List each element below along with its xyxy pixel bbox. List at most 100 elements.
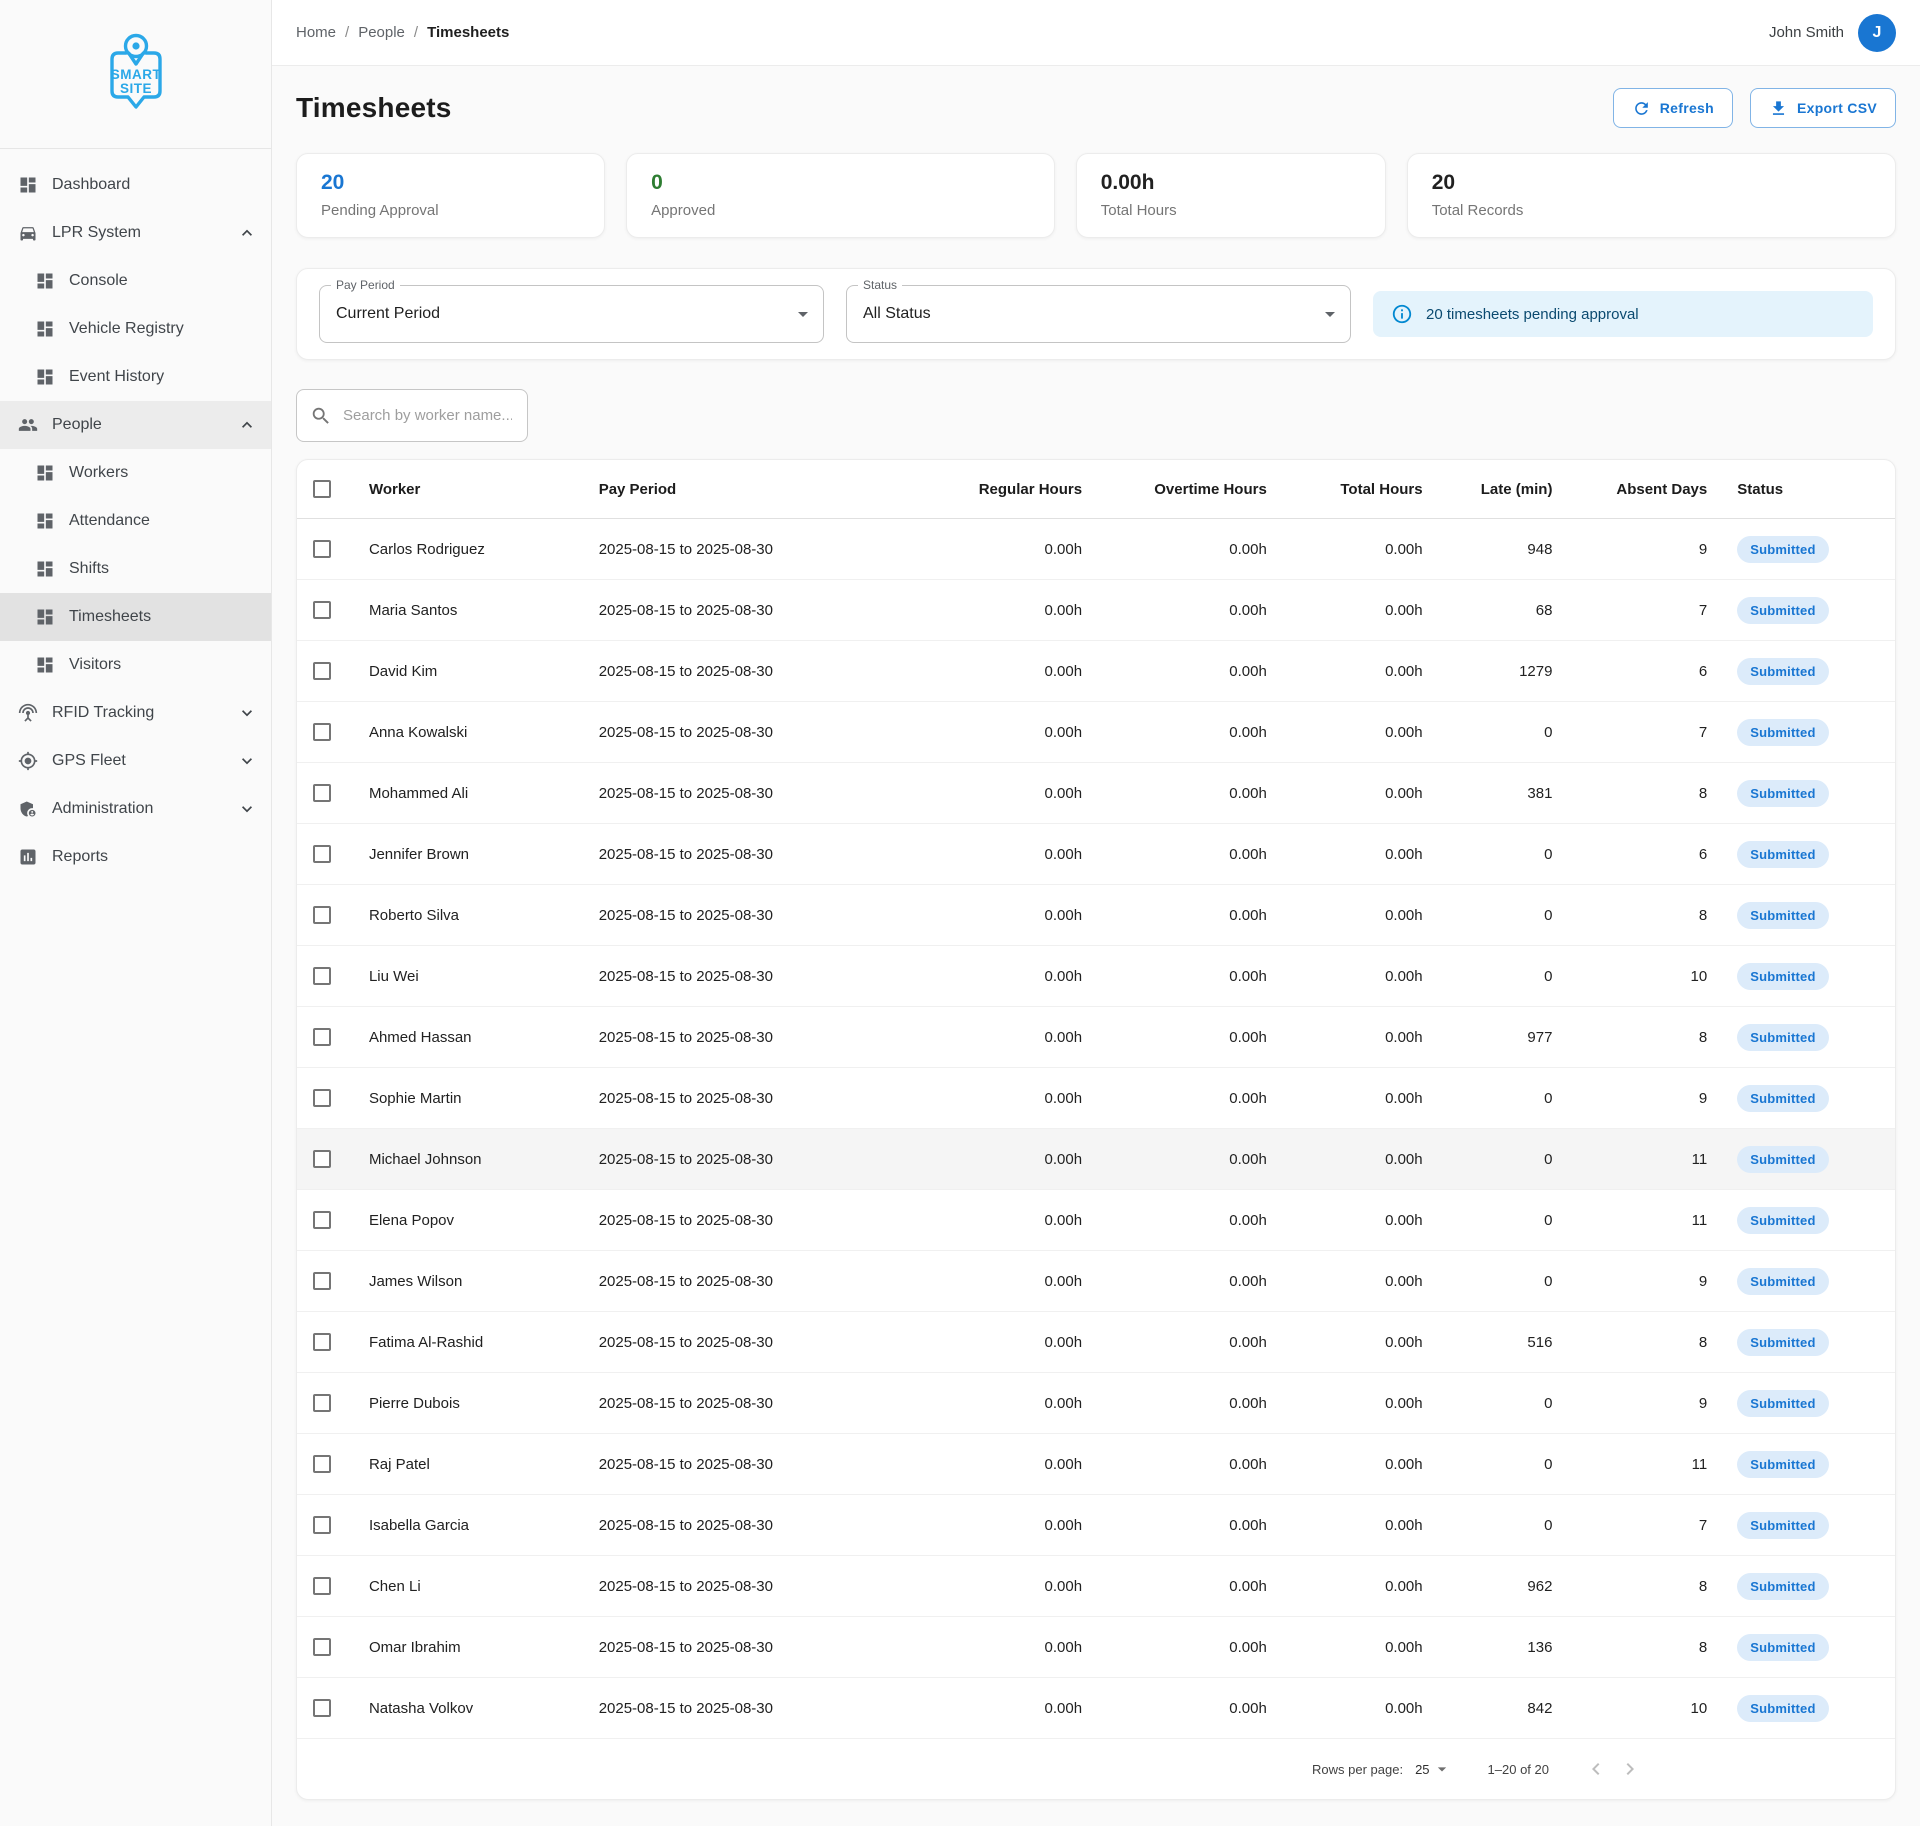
cell-absent: 7: [1552, 602, 1707, 619]
cell-period: 2025-08-15 to 2025-08-30: [583, 1700, 833, 1717]
row-checkbox[interactable]: [313, 662, 331, 680]
sidebar-item-timesheets[interactable]: Timesheets: [0, 593, 271, 641]
row-checkbox[interactable]: [313, 1211, 331, 1229]
cell-total: 0.00h: [1267, 602, 1423, 619]
sidebar-item-event-history[interactable]: Event History: [0, 353, 271, 401]
avatar[interactable]: J: [1858, 14, 1896, 52]
cell-period: 2025-08-15 to 2025-08-30: [583, 785, 833, 802]
row-checkbox[interactable]: [313, 845, 331, 863]
row-checkbox[interactable]: [313, 1150, 331, 1168]
row-checkbox[interactable]: [313, 723, 331, 741]
table-row[interactable]: Raj Patel2025-08-15 to 2025-08-300.00h0.…: [297, 1434, 1895, 1495]
sidebar-item-rfid-tracking[interactable]: RFID Tracking: [0, 689, 271, 737]
table-row[interactable]: Michael Johnson2025-08-15 to 2025-08-300…: [297, 1129, 1895, 1190]
row-checkbox[interactable]: [313, 1333, 331, 1351]
pay-period-select[interactable]: Pay Period Current Period: [319, 285, 824, 343]
sidebar-item-lpr-system[interactable]: LPR System: [0, 209, 271, 257]
row-checkbox[interactable]: [313, 1516, 331, 1534]
sidebar-item-console[interactable]: Console: [0, 257, 271, 305]
export-csv-button[interactable]: Export CSV: [1750, 88, 1896, 128]
status-select[interactable]: Status All Status: [846, 285, 1351, 343]
sidebar-item-label: Shifts: [69, 560, 257, 578]
cell-worker: Roberto Silva: [353, 907, 583, 924]
sidebar-item-people[interactable]: People: [0, 401, 271, 449]
table-row[interactable]: Ahmed Hassan2025-08-15 to 2025-08-300.00…: [297, 1007, 1895, 1068]
chevron-down-icon: [237, 799, 257, 819]
table-row[interactable]: Natasha Volkov2025-08-15 to 2025-08-300.…: [297, 1678, 1895, 1739]
search-input[interactable]: [341, 406, 514, 425]
cell-total: 0.00h: [1267, 724, 1423, 741]
cell-total: 0.00h: [1267, 1395, 1423, 1412]
cell-total: 0.00h: [1267, 1700, 1423, 1717]
select-all-checkbox[interactable]: [313, 480, 331, 498]
sidebar: SMART SITE Dashboard LPR System Console …: [0, 0, 272, 1826]
next-page-button[interactable]: [1613, 1757, 1647, 1781]
row-checkbox[interactable]: [313, 784, 331, 802]
row-checkbox[interactable]: [313, 1028, 331, 1046]
cell-period: 2025-08-15 to 2025-08-30: [583, 1639, 833, 1656]
sidebar-nav: Dashboard LPR System Console Vehicle Reg…: [0, 149, 271, 881]
cell-absent: 11: [1552, 1212, 1707, 1229]
table-row[interactable]: Anna Kowalski2025-08-15 to 2025-08-300.0…: [297, 702, 1895, 763]
stat-label: Pending Approval: [321, 202, 580, 219]
info-icon: [1391, 303, 1413, 325]
table-row[interactable]: Pierre Dubois2025-08-15 to 2025-08-300.0…: [297, 1373, 1895, 1434]
row-checkbox[interactable]: [313, 1089, 331, 1107]
cell-worker: Pierre Dubois: [353, 1395, 583, 1412]
svg-text:SITE: SITE: [119, 81, 151, 96]
avatar-initial: J: [1873, 24, 1882, 42]
table-row[interactable]: Sophie Martin2025-08-15 to 2025-08-300.0…: [297, 1068, 1895, 1129]
sidebar-item-administration[interactable]: Administration: [0, 785, 271, 833]
table-row[interactable]: Isabella Garcia2025-08-15 to 2025-08-300…: [297, 1495, 1895, 1556]
refresh-button[interactable]: Refresh: [1613, 88, 1733, 128]
row-checkbox[interactable]: [313, 1455, 331, 1473]
table-row[interactable]: Elena Popov2025-08-15 to 2025-08-300.00h…: [297, 1190, 1895, 1251]
row-checkbox[interactable]: [313, 1272, 331, 1290]
table-row[interactable]: James Wilson2025-08-15 to 2025-08-300.00…: [297, 1251, 1895, 1312]
cell-overtime: 0.00h: [1082, 1273, 1267, 1290]
cell-total: 0.00h: [1267, 1517, 1423, 1534]
row-checkbox[interactable]: [313, 1638, 331, 1656]
sidebar-item-dashboard[interactable]: Dashboard: [0, 161, 271, 209]
row-checkbox[interactable]: [313, 1577, 331, 1595]
sidebar-item-vehicle-registry[interactable]: Vehicle Registry: [0, 305, 271, 353]
table-row[interactable]: Omar Ibrahim2025-08-15 to 2025-08-300.00…: [297, 1617, 1895, 1678]
status-badge: Submitted: [1737, 658, 1828, 685]
cell-regular: 0.00h: [832, 1029, 1082, 1046]
breadcrumb-separator: /: [345, 24, 349, 41]
sidebar-item-visitors[interactable]: Visitors: [0, 641, 271, 689]
rows-per-page-select[interactable]: 25: [1415, 1759, 1451, 1779]
table-row[interactable]: Mohammed Ali2025-08-15 to 2025-08-300.00…: [297, 763, 1895, 824]
table-row[interactable]: Liu Wei2025-08-15 to 2025-08-300.00h0.00…: [297, 946, 1895, 1007]
sidebar-item-shifts[interactable]: Shifts: [0, 545, 271, 593]
sidebar-item-attendance[interactable]: Attendance: [0, 497, 271, 545]
row-checkbox[interactable]: [313, 540, 331, 558]
chevron-left-icon: [1584, 1757, 1608, 1781]
sidebar-item-reports[interactable]: Reports: [0, 833, 271, 881]
row-checkbox[interactable]: [313, 967, 331, 985]
table-row[interactable]: Carlos Rodriguez2025-08-15 to 2025-08-30…: [297, 519, 1895, 580]
breadcrumb-separator: /: [414, 24, 418, 41]
row-checkbox[interactable]: [313, 906, 331, 924]
cell-late: 962: [1423, 1578, 1553, 1595]
table-row[interactable]: Chen Li2025-08-15 to 2025-08-300.00h0.00…: [297, 1556, 1895, 1617]
table-row[interactable]: Roberto Silva2025-08-15 to 2025-08-300.0…: [297, 885, 1895, 946]
cell-worker: Raj Patel: [353, 1456, 583, 1473]
cell-regular: 0.00h: [832, 1517, 1082, 1534]
table-row[interactable]: David Kim2025-08-15 to 2025-08-300.00h0.…: [297, 641, 1895, 702]
filters-card: Pay Period Current Period Status All Sta…: [296, 268, 1896, 360]
table-row[interactable]: Maria Santos2025-08-15 to 2025-08-300.00…: [297, 580, 1895, 641]
breadcrumb-people[interactable]: People: [358, 24, 405, 41]
sidebar-item-gps-fleet[interactable]: GPS Fleet: [0, 737, 271, 785]
row-checkbox[interactable]: [313, 1699, 331, 1717]
row-checkbox[interactable]: [313, 601, 331, 619]
table-row[interactable]: Jennifer Brown2025-08-15 to 2025-08-300.…: [297, 824, 1895, 885]
status-badge: Submitted: [1737, 841, 1828, 868]
prev-page-button[interactable]: [1579, 1757, 1613, 1781]
row-checkbox[interactable]: [313, 1394, 331, 1412]
table-row[interactable]: Fatima Al-Rashid2025-08-15 to 2025-08-30…: [297, 1312, 1895, 1373]
app-logo: SMART SITE: [0, 0, 271, 149]
cell-overtime: 0.00h: [1082, 1334, 1267, 1351]
sidebar-item-workers[interactable]: Workers: [0, 449, 271, 497]
breadcrumb-home[interactable]: Home: [296, 24, 336, 41]
